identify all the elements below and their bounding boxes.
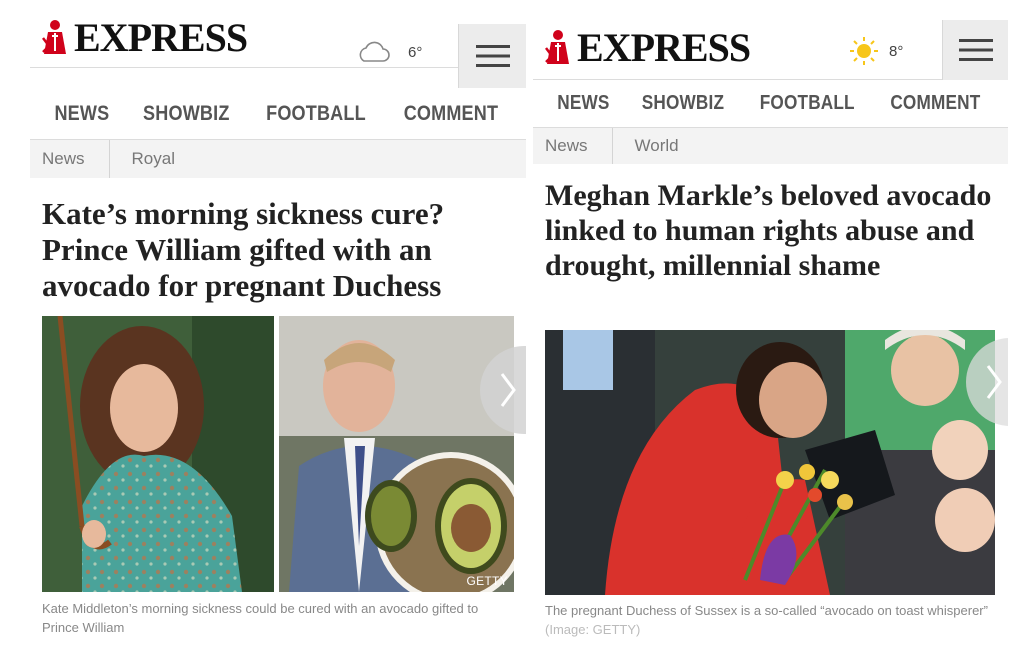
nav-showbiz[interactable]: SHOWBIZ: [143, 102, 229, 126]
breadcrumb-divider: [611, 128, 613, 164]
cloud-icon: [359, 41, 390, 62]
menu-button[interactable]: [942, 20, 1008, 80]
temperature: 8°: [889, 42, 904, 60]
image-credit: GETTY: [466, 574, 508, 588]
breadcrumb-news[interactable]: News: [42, 149, 85, 169]
breadcrumb-world[interactable]: World: [635, 136, 679, 156]
caption-credit: (Image: GETTY): [545, 622, 641, 637]
hamburger-icon: [958, 39, 993, 61]
breadcrumb-divider: [108, 140, 110, 178]
meghan-photo-illustration: [545, 330, 995, 595]
site-header: EXPRESS 6°: [30, 0, 526, 88]
hamburger-icon: [475, 45, 510, 67]
image-caption: Kate Middleton’s morning sickness could …: [42, 599, 502, 637]
crusader-logo-icon: [42, 20, 66, 54]
chevron-right-icon: [500, 373, 516, 407]
site-header: EXPRESS 8°: [533, 20, 1008, 80]
article-screen-left: EXPRESS 6° NEWS SHOWBIZ FOOTBALL COMMENT…: [30, 0, 526, 645]
article-headline: Kate’s morning sickness cure? Prince Wil…: [42, 196, 445, 303]
chevron-right-icon: [986, 365, 1002, 399]
kate-photo-illustration: [42, 316, 274, 592]
image-caption: The pregnant Duchess of Sussex is a so-c…: [545, 601, 1005, 639]
caption-text: Kate Middleton’s morning sickness could …: [42, 601, 479, 635]
menu-button[interactable]: [458, 24, 526, 88]
weather-widget[interactable]: 8°: [849, 36, 903, 66]
photo-kate[interactable]: [42, 316, 274, 592]
breadcrumb-royal[interactable]: Royal: [132, 149, 175, 169]
temperature: 6°: [408, 43, 423, 61]
weather-widget[interactable]: 6°: [356, 40, 422, 64]
nav-comment[interactable]: COMMENT: [891, 92, 981, 115]
breadcrumb: News World: [533, 128, 1008, 164]
article-headline: Meghan Markle’s beloved avocado linked t…: [545, 179, 992, 282]
breadcrumb: News Royal: [30, 140, 526, 178]
breadcrumb-news[interactable]: News: [545, 136, 588, 156]
nav-comment[interactable]: COMMENT: [404, 102, 499, 126]
caption-text: The pregnant Duchess of Sussex is a so-c…: [545, 603, 988, 618]
nav-football[interactable]: FOOTBALL: [266, 102, 366, 126]
article-screen-right: EXPRESS 8° NEWS SHOWBIZ FOOTBALL COMMENT…: [533, 20, 1008, 645]
section-nav: NEWS SHOWBIZ FOOTBALL COMMENT: [30, 88, 526, 140]
crusader-logo-icon: [545, 30, 569, 64]
photo-william[interactable]: GETTY: [279, 316, 514, 592]
section-nav: NEWS SHOWBIZ FOOTBALL COMMENT: [533, 80, 1008, 128]
nav-showbiz[interactable]: SHOWBIZ: [642, 92, 724, 115]
sun-icon: [850, 37, 878, 65]
nav-football[interactable]: FOOTBALL: [759, 92, 854, 115]
nav-news[interactable]: NEWS: [54, 102, 109, 126]
nav-news[interactable]: NEWS: [557, 92, 609, 115]
logo-wordmark: EXPRESS: [74, 15, 248, 60]
logo-wordmark: EXPRESS: [577, 25, 751, 70]
express-logo[interactable]: EXPRESS: [40, 15, 248, 60]
photo-meghan[interactable]: [545, 330, 995, 595]
express-logo[interactable]: EXPRESS: [543, 25, 751, 70]
william-photo-illustration: [279, 316, 514, 592]
